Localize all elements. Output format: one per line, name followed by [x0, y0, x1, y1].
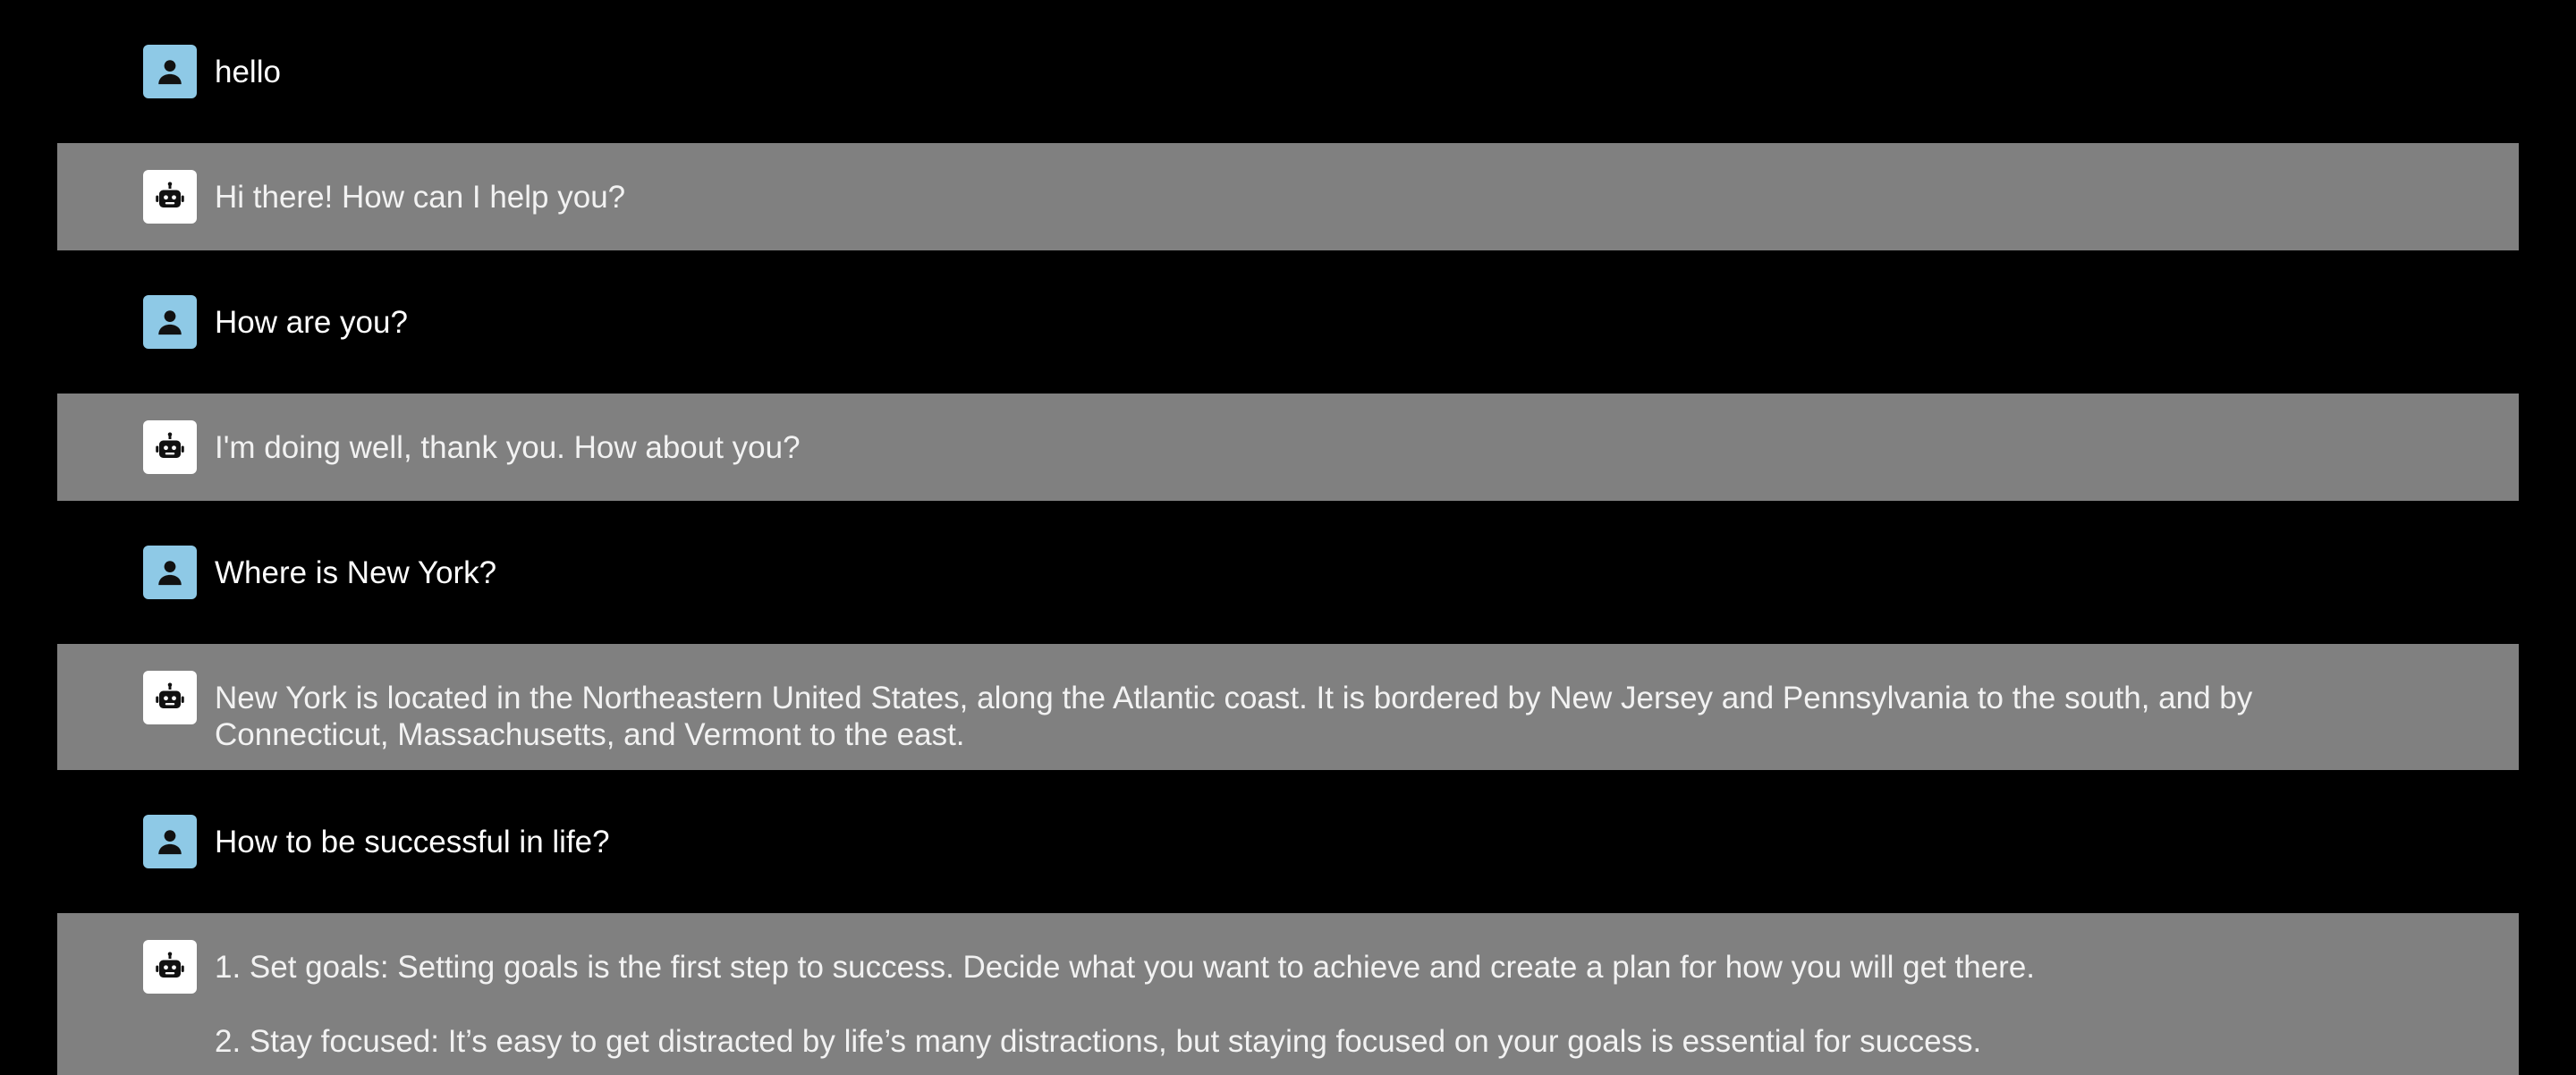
message-paragraph: Hi there! How can I help you?: [215, 180, 626, 215]
message-text: How to be successful in life?: [215, 824, 2429, 860]
robot-icon: [156, 952, 184, 978]
robot-icon: [156, 432, 184, 458]
message-text: New York is located in the Northeastern …: [215, 680, 2429, 753]
message-paragraph: 1. Set goals: Setting goals is the first…: [215, 950, 2036, 985]
person-icon: [158, 310, 182, 335]
message-paragraph: hello: [215, 55, 281, 89]
user-avatar: [143, 815, 197, 868]
message-paragraph: How are you?: [215, 305, 408, 340]
message-paragraph: How to be successful in life?: [215, 825, 610, 859]
message-paragraph: New York is located in the Northeastern …: [215, 681, 2253, 752]
message-row-user: How are you?: [57, 250, 2519, 394]
bot-avatar: [143, 940, 197, 994]
robot-icon: [156, 182, 184, 207]
message-row-user: How to be successful in life?: [57, 770, 2519, 913]
chat-transcript: hello Hi there! How can I help you? How …: [57, 0, 2519, 1075]
message-text: Hi there! How can I help you?: [215, 179, 2429, 216]
user-avatar: [143, 45, 197, 98]
bot-avatar: [143, 170, 197, 224]
message-row-user: hello: [57, 0, 2519, 143]
person-icon: [158, 561, 182, 586]
person-icon: [158, 830, 182, 855]
message-paragraph: Where is New York?: [215, 555, 497, 590]
message-paragraph: 2. Stay focused: It’s easy to get distra…: [215, 1024, 1982, 1059]
message-text: How are you?: [215, 304, 2429, 341]
bot-avatar: [143, 420, 197, 474]
message-text: hello: [215, 54, 2429, 90]
user-avatar: [143, 295, 197, 349]
user-avatar: [143, 546, 197, 599]
message-row-bot: I'm doing well, thank you. How about you…: [57, 394, 2519, 501]
message-text: 1. Set goals: Setting goals is the first…: [215, 949, 2429, 1060]
message-row-bot: New York is located in the Northeastern …: [57, 644, 2519, 770]
person-icon: [158, 60, 182, 85]
robot-icon: [156, 682, 184, 708]
message-row-user: Where is New York?: [57, 501, 2519, 644]
message-text: I'm doing well, thank you. How about you…: [215, 429, 2429, 466]
message-row-bot: 1. Set goals: Setting goals is the first…: [57, 913, 2519, 1075]
message-row-bot: Hi there! How can I help you?: [57, 143, 2519, 250]
message-text: Where is New York?: [215, 554, 2429, 591]
message-paragraph: I'm doing well, thank you. How about you…: [215, 430, 801, 465]
bot-avatar: [143, 671, 197, 724]
